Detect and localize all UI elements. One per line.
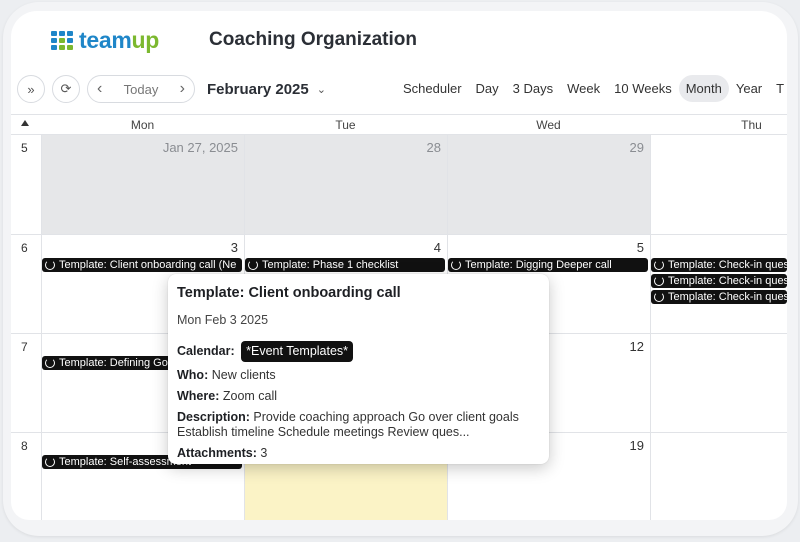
refresh-icon: ⟳ — [60, 81, 72, 96]
who-label: Who: — [177, 368, 209, 382]
expand-sidebar-button[interactable]: » — [17, 75, 45, 103]
attachments-value: 3 — [260, 446, 268, 460]
where-label: Where: — [177, 389, 220, 403]
popover-who-row: Who: New clients — [177, 368, 540, 383]
view-week[interactable]: Week — [560, 75, 607, 102]
view-scheduler[interactable]: Scheduler — [396, 75, 469, 102]
next-period-button[interactable]: › — [180, 80, 185, 98]
view-3-days[interactable]: 3 Days — [506, 75, 560, 102]
day-cell[interactable]: Jan 27, 2025 — [41, 135, 244, 234]
week-row: 5 Jan 27, 2025 28 29 — [11, 135, 787, 235]
recurring-icon — [45, 358, 55, 368]
day-number: 3 — [230, 240, 238, 255]
recurring-icon — [248, 260, 258, 270]
event-popover[interactable]: Template: Client onboarding call Mon Feb… — [168, 274, 549, 464]
day-cell[interactable] — [650, 433, 787, 520]
weekday-header: Mon Tue Wed Thu — [11, 115, 787, 135]
popover-description-row: Description: Provide coaching approach G… — [177, 410, 540, 440]
day-number: 12 — [629, 339, 644, 354]
week-number[interactable]: 5 — [21, 141, 28, 155]
view-year[interactable]: Year — [729, 75, 769, 102]
chevron-down-icon: ⌄ — [316, 84, 326, 96]
day-cell[interactable]: 29 — [447, 135, 650, 234]
month-label: February 2025 — [207, 81, 309, 98]
recurring-icon — [45, 260, 55, 270]
event-chip[interactable]: Template: Client onboarding call (Ne — [42, 258, 242, 272]
recurring-icon — [654, 276, 664, 286]
toolbar: » ⟳ ‹ Today › February 2025 ⌄ Scheduler … — [11, 73, 787, 111]
event-chip[interactable]: Template: Digging Deeper call — [448, 258, 648, 272]
day-number: 28 — [426, 140, 441, 155]
month-picker[interactable]: February 2025 ⌄ — [207, 81, 326, 98]
day-number: 29 — [629, 140, 644, 155]
week-number[interactable]: 7 — [21, 340, 28, 354]
recurring-icon — [654, 292, 664, 302]
collapse-arrow-icon[interactable] — [21, 120, 29, 126]
weekday-tue: Tue — [335, 118, 356, 132]
event-chip[interactable]: Template: Check-in ques — [651, 258, 787, 272]
recurring-icon — [45, 457, 55, 467]
popover-title: Template: Client onboarding call — [177, 285, 401, 301]
app-header: teamup Coaching Organization — [11, 11, 787, 67]
logo-text: teamup — [79, 27, 159, 53]
week-number[interactable]: 6 — [21, 241, 28, 255]
double-chevron-right-icon: » — [27, 81, 35, 97]
popover-attachments-row: Attachments: 3 — [177, 446, 540, 461]
day-number: 19 — [629, 438, 644, 453]
week-number[interactable]: 8 — [21, 439, 28, 453]
date-navigation: ‹ Today › — [87, 75, 195, 103]
event-chip[interactable]: Template: Check-in ques — [651, 274, 787, 288]
day-cell[interactable]: 28 — [244, 135, 447, 234]
who-value: New clients — [211, 368, 276, 382]
popover-calendar-row: Calendar: *Event Templates* — [177, 341, 540, 362]
event-chip[interactable]: Template: Phase 1 checklist — [245, 258, 445, 272]
popover-date: Mon Feb 3 2025 — [177, 313, 269, 327]
event-chip[interactable]: Template: Check-in ques — [651, 290, 787, 304]
day-number: 4 — [433, 240, 441, 255]
view-switcher: Scheduler Day 3 Days Week 10 Weeks Month… — [396, 75, 787, 102]
day-cell[interactable] — [650, 334, 787, 432]
prev-period-button[interactable]: ‹ — [97, 80, 102, 98]
logo-grid-icon — [51, 31, 73, 50]
today-button[interactable]: Today — [124, 82, 159, 97]
view-day[interactable]: Day — [469, 75, 506, 102]
weekday-mon: Mon — [130, 118, 155, 132]
where-value: Zoom call — [222, 389, 278, 403]
view-truncated[interactable]: T — [769, 75, 787, 102]
description-label: Description: — [177, 410, 250, 424]
calendar-label: Calendar: — [177, 344, 235, 358]
calendar-chip[interactable]: *Event Templates* — [241, 341, 354, 362]
teamup-logo[interactable]: teamup — [51, 27, 159, 54]
attachments-label: Attachments: — [177, 446, 257, 460]
recurring-icon — [451, 260, 461, 270]
popover-where-row: Where: Zoom call — [177, 389, 540, 404]
page-title: Coaching Organization — [209, 29, 417, 50]
recurring-icon — [654, 260, 664, 270]
refresh-button[interactable]: ⟳ — [52, 75, 80, 103]
day-number: 5 — [636, 240, 644, 255]
view-month[interactable]: Month — [678, 75, 729, 102]
day-number: Jan 27, 2025 — [162, 140, 238, 155]
view-10-weeks[interactable]: 10 Weeks — [607, 75, 679, 102]
weekday-thu: Thu — [741, 118, 762, 132]
app-screen: teamup Coaching Organization » ⟳ ‹ Today… — [11, 11, 787, 520]
day-cell[interactable] — [650, 135, 787, 234]
weekday-wed: Wed — [536, 118, 561, 132]
